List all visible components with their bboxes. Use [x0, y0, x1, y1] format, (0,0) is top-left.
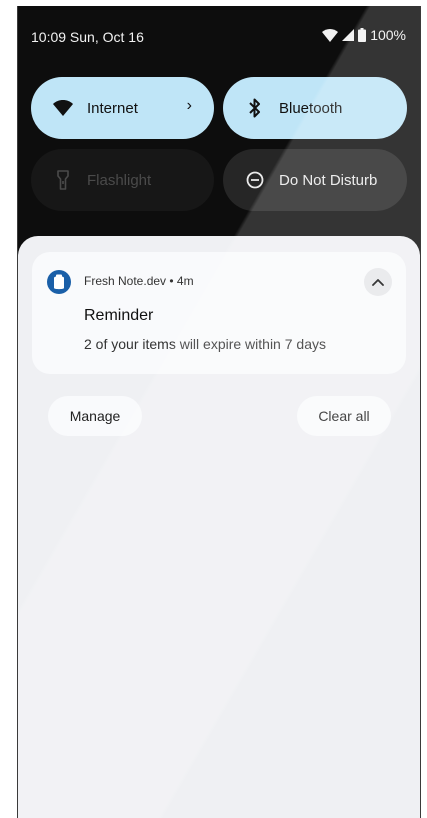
chevron-right-icon: ›: [186, 97, 192, 114]
cellular-signal-icon: [342, 29, 355, 41]
notification-app-name: Fresh Note.dev • 4m: [84, 274, 194, 288]
status-icons: 100%: [322, 27, 406, 43]
notification-card[interactable]: Fresh Note.dev • 4m Reminder 2 of your i…: [32, 252, 406, 374]
tile-do-not-disturb-label: Do Not Disturb: [279, 171, 378, 189]
clear-all-button[interactable]: Clear all: [297, 396, 391, 436]
notification-title: Reminder: [84, 307, 154, 324]
tile-flashlight[interactable]: Flashlight: [31, 149, 214, 211]
manage-button[interactable]: Manage: [48, 396, 142, 436]
do-not-disturb-icon: [243, 168, 267, 192]
wifi-icon: [51, 96, 75, 120]
phone-screen: 10:09 Sun, Oct 16 100% Internet › Blueto…: [17, 6, 421, 818]
tile-internet-label: Internet: [87, 99, 138, 117]
status-time-date: 10:09 Sun, Oct 16: [31, 29, 144, 45]
flashlight-icon: [51, 168, 75, 192]
battery-icon: [358, 28, 367, 42]
bluetooth-icon: [243, 96, 267, 120]
tile-bluetooth[interactable]: Bluetooth: [223, 77, 407, 139]
fresh-note-app-icon: [47, 270, 71, 294]
tile-do-not-disturb[interactable]: Do Not Disturb: [223, 149, 407, 211]
status-bar: 10:09 Sun, Oct 16 100%: [18, 6, 420, 66]
expand-notification-button[interactable]: [364, 268, 392, 296]
chevron-up-icon: [372, 273, 384, 291]
tile-bluetooth-label: Bluetooth: [279, 99, 343, 117]
tile-internet[interactable]: Internet ›: [31, 77, 214, 139]
tile-flashlight-label: Flashlight: [87, 171, 152, 189]
notification-body: 2 of your items will expire within 7 day…: [84, 336, 326, 352]
battery-percentage: 100%: [370, 27, 406, 43]
wifi-icon: [322, 28, 339, 42]
notification-shade: Fresh Note.dev • 4m Reminder 2 of your i…: [18, 236, 420, 818]
